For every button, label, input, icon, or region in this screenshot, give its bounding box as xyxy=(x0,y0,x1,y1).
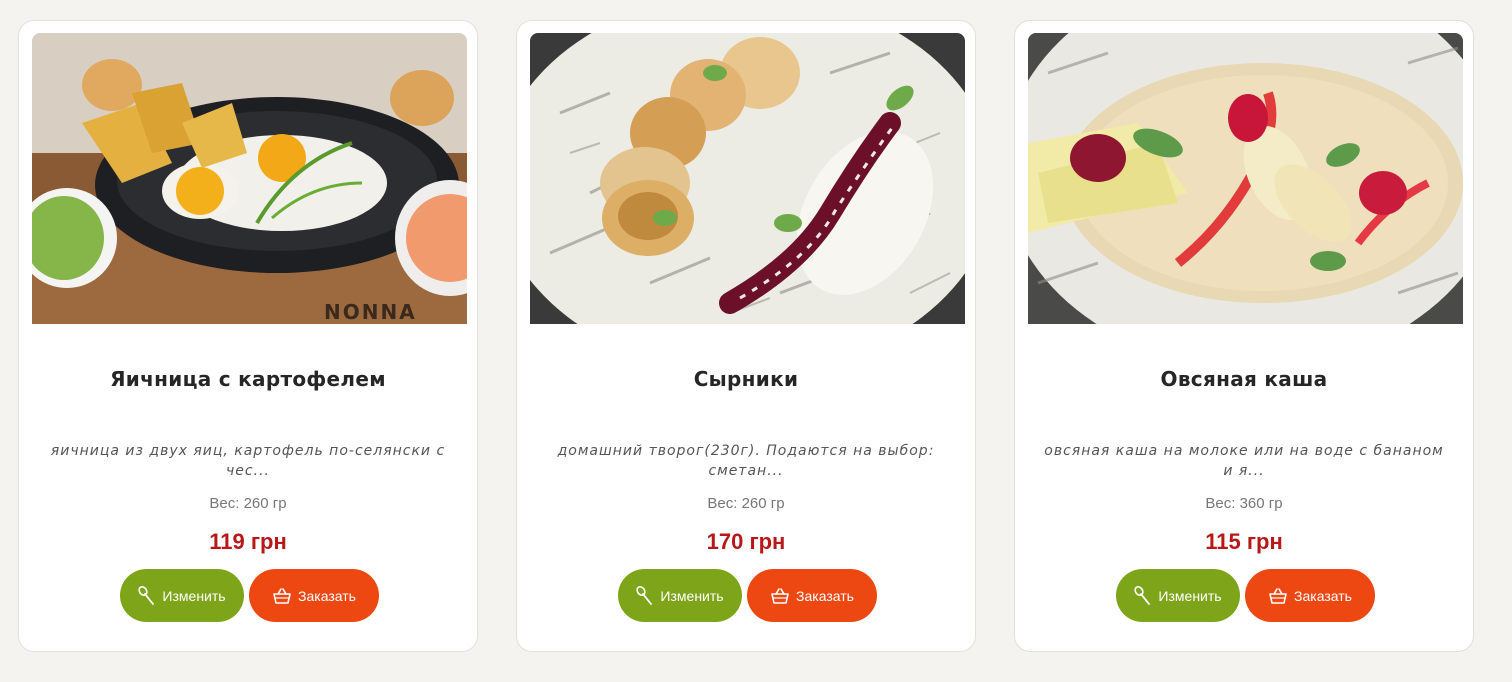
product-card: Овсяная каша овсяная каша на молоке или … xyxy=(1014,20,1474,652)
fried-eggs-image: NONNA xyxy=(32,33,467,324)
dish-title: Овсяная каша xyxy=(1160,367,1328,391)
spoon-icon xyxy=(636,585,653,605)
basket-icon xyxy=(771,587,789,604)
dish-photo[interactable] xyxy=(530,33,965,324)
basket-icon xyxy=(273,587,291,604)
dish-description: домашний творог(230г). Подаются на выбор… xyxy=(557,443,935,479)
dish-title: Яичница с картофелем xyxy=(110,367,386,391)
order-label: Заказать xyxy=(1294,587,1352,604)
edit-button[interactable]: Изменить xyxy=(1116,569,1240,622)
product-card: Сырники домашний творог(230г). Подаются … xyxy=(516,20,976,652)
syrniki-image xyxy=(530,33,965,324)
dish-price: 115 грн xyxy=(1205,529,1283,554)
dish-weight: Вес: 260 гр xyxy=(209,495,287,512)
dish-photo[interactable] xyxy=(1028,33,1463,324)
dish-price: 170 грн xyxy=(706,529,786,554)
svg-text:NONNA: NONNA xyxy=(324,300,417,324)
edit-button[interactable]: Изменить xyxy=(618,569,742,622)
dish-description: яичница из двух яиц, картофель по-селянс… xyxy=(50,443,446,479)
order-button[interactable]: Заказать xyxy=(249,569,379,622)
spoon-icon xyxy=(1134,585,1151,605)
basket-icon xyxy=(1269,587,1287,604)
edit-label: Изменить xyxy=(162,587,226,604)
order-label: Заказать xyxy=(298,587,356,604)
order-label: Заказать xyxy=(796,587,854,604)
dish-price: 119 грн xyxy=(209,529,287,554)
edit-label: Изменить xyxy=(1158,587,1222,604)
edit-button[interactable]: Изменить xyxy=(120,569,244,622)
order-button[interactable]: Заказать xyxy=(747,569,877,622)
dish-title: Сырники xyxy=(693,367,799,391)
product-card: NONNA Яичница с картофелем яичница из дв… xyxy=(18,20,478,652)
order-button[interactable]: Заказать xyxy=(1245,569,1375,622)
dish-description: овсяная каша на молоке или на воде с бан… xyxy=(1044,443,1444,479)
oatmeal-image xyxy=(1028,33,1463,324)
dish-weight: Вес: 260 гр xyxy=(707,495,785,512)
dish-photo[interactable]: NONNA xyxy=(32,33,467,324)
edit-label: Изменить xyxy=(660,587,724,604)
spoon-icon xyxy=(138,585,155,605)
menu-cards: NONNA Яичница с картофелем яичница из дв… xyxy=(18,20,1474,652)
dish-weight: Вес: 360 гр xyxy=(1205,495,1283,512)
